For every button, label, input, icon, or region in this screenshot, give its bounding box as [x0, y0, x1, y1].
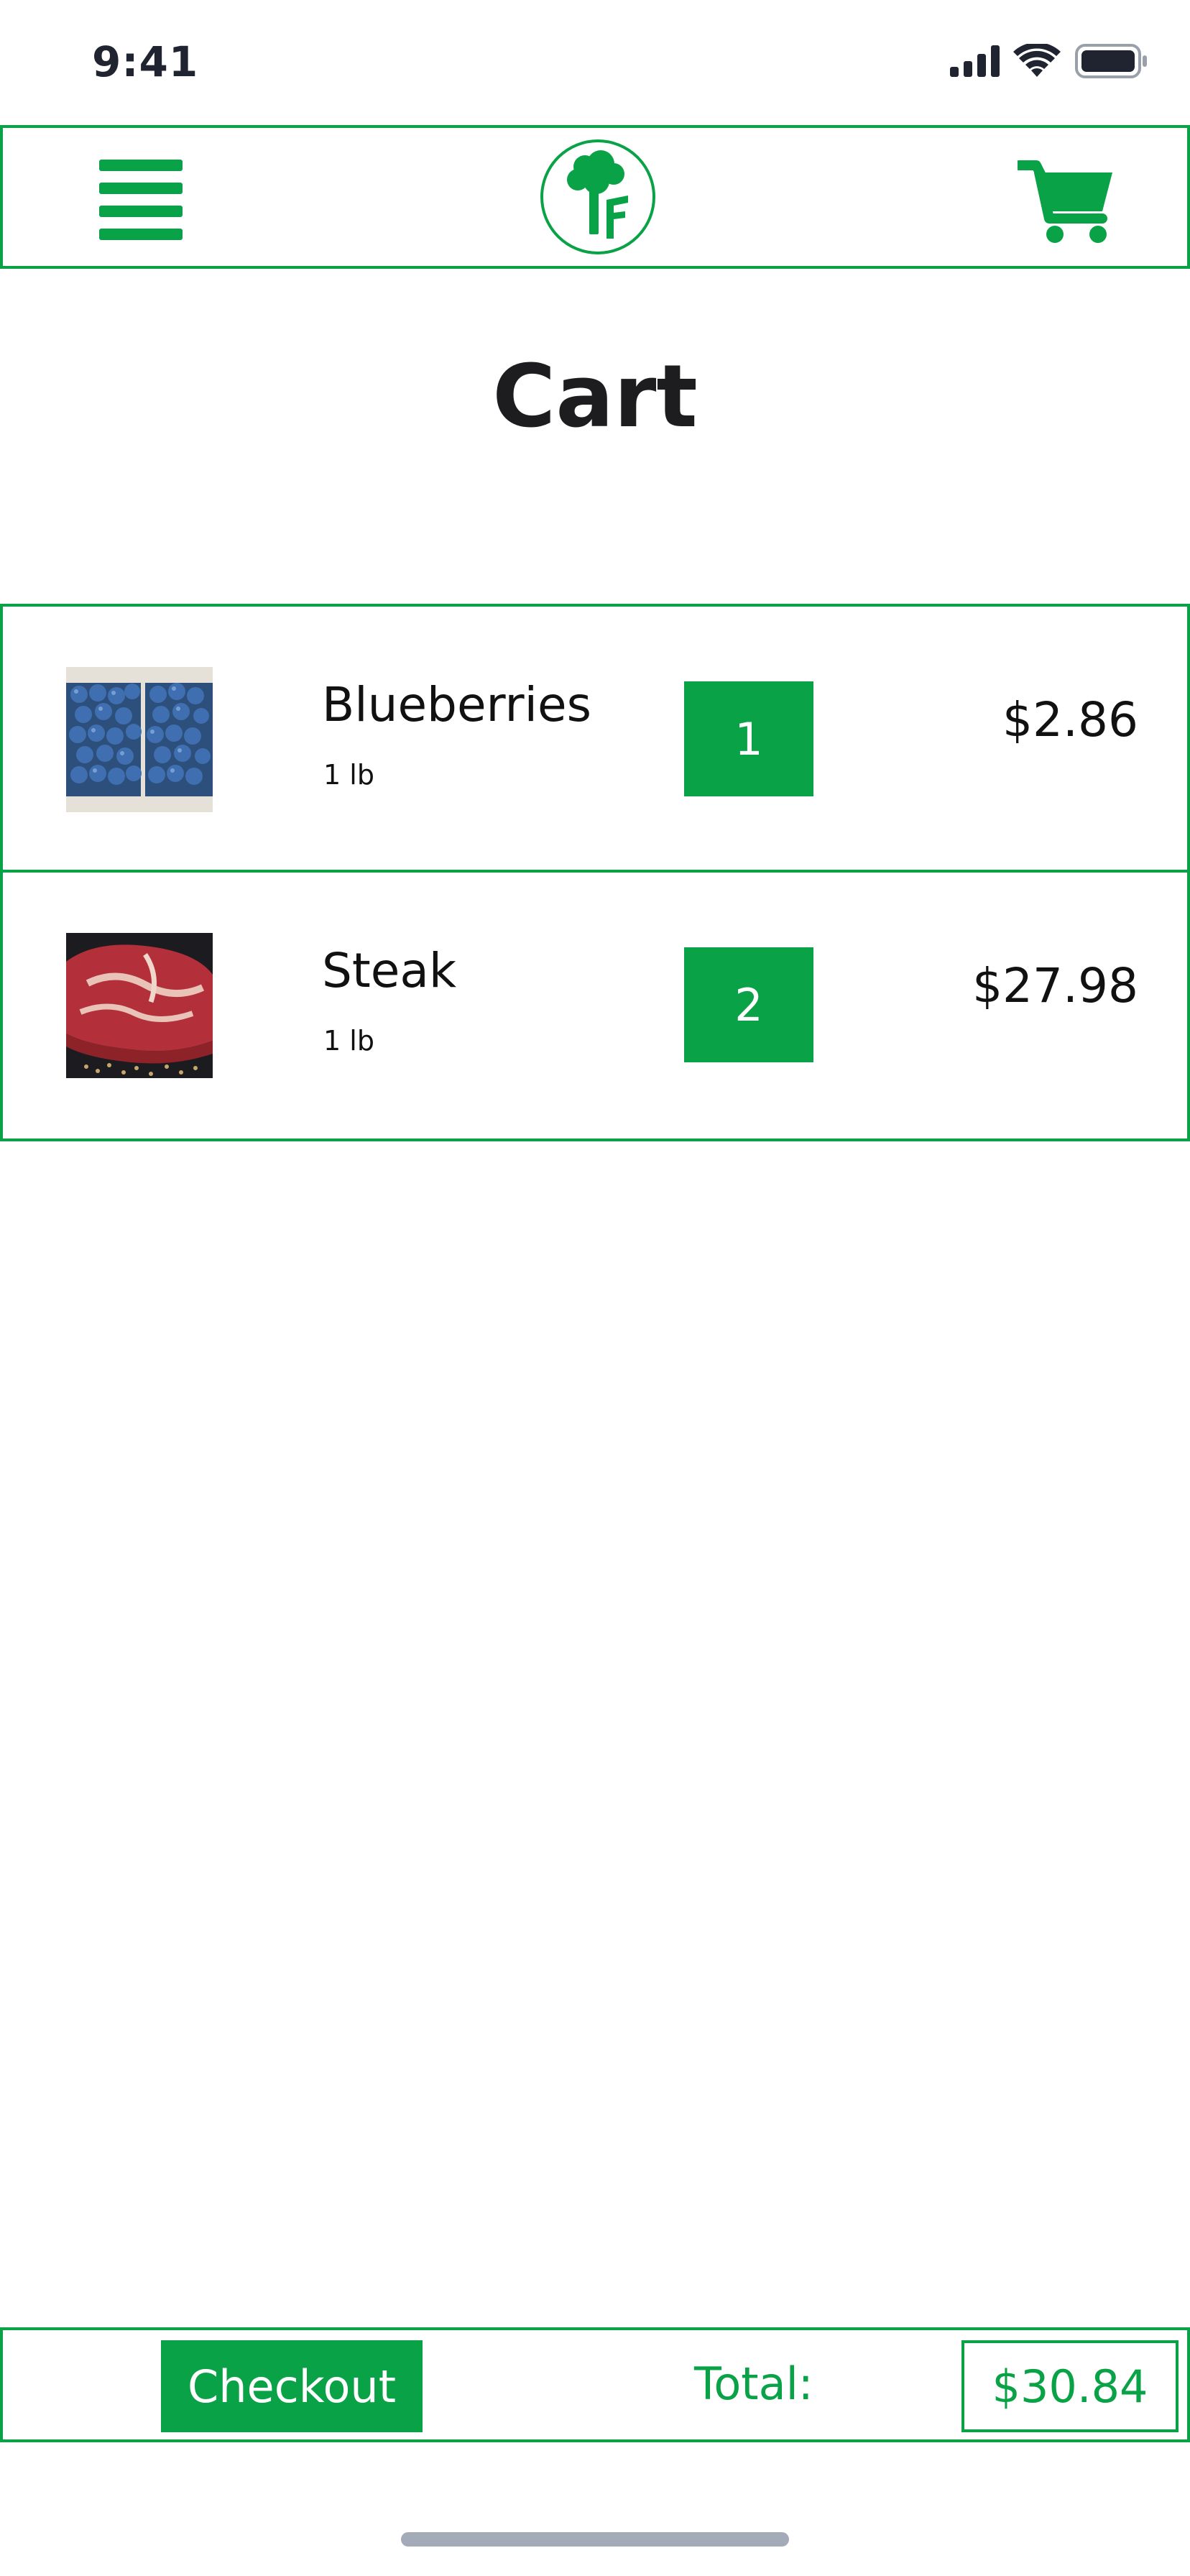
battery-icon — [1075, 44, 1147, 78]
line-price: $27.98 — [972, 958, 1138, 1013]
product-name: Steak — [322, 943, 457, 998]
steak-photo-icon — [66, 933, 213, 1078]
checkout-bar: Checkout Total: $30.84 — [0, 2327, 1190, 2442]
product-unit: 1 lb — [323, 1025, 374, 1057]
blueberries-photo-icon — [66, 667, 213, 812]
line-price: $2.86 — [1002, 692, 1138, 748]
page-title: Cart — [492, 347, 698, 447]
cart-item[interactable]: Blueberries 1 lb 1 $2.86 — [3, 607, 1187, 873]
checkout-button[interactable]: Checkout — [161, 2340, 423, 2432]
product-unit: 1 lb — [323, 759, 374, 791]
hamburger-menu-icon[interactable] — [99, 160, 183, 240]
quantity-button[interactable]: 2 — [684, 947, 813, 1062]
status-time: 9:41 — [92, 37, 199, 86]
wifi-icon — [1013, 44, 1061, 77]
total-label: Total: — [694, 2358, 813, 2410]
status-bar: 9:41 — [0, 0, 1190, 126]
tree-f-logo-icon[interactable] — [539, 138, 657, 256]
product-name: Blueberries — [322, 677, 591, 732]
shopping-cart-icon[interactable] — [1018, 157, 1115, 244]
quantity-button[interactable]: 1 — [684, 681, 813, 796]
total-value: $30.84 — [961, 2340, 1179, 2432]
cart-list: Blueberries 1 lb 1 $2.86 Steak 1 lb 2 $2… — [0, 604, 1190, 1141]
app-header — [0, 125, 1190, 269]
home-indicator[interactable] — [401, 2532, 789, 2547]
cart-item[interactable]: Steak 1 lb 2 $27.98 — [3, 873, 1187, 1138]
status-icons — [950, 43, 1148, 79]
cellular-signal-icon — [950, 45, 1000, 77]
